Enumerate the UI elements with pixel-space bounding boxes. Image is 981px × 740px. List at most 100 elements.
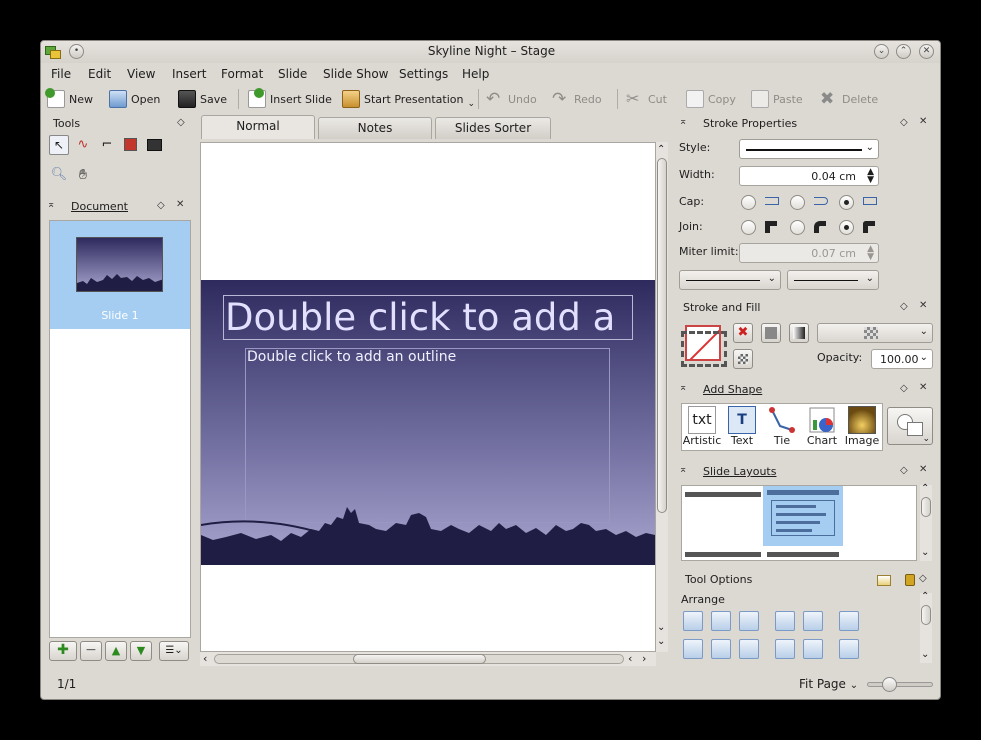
cap-square-radio[interactable] xyxy=(839,195,854,210)
layout-title-content[interactable] xyxy=(763,486,843,546)
gradient-fill-button[interactable] xyxy=(789,323,809,343)
animation-tool[interactable] xyxy=(145,135,165,155)
copy-button[interactable]: Copy xyxy=(686,88,736,110)
tab-notes[interactable]: Notes xyxy=(318,117,432,139)
vertical-scroll-thumb[interactable] xyxy=(657,158,667,513)
menu-insert[interactable]: Insert xyxy=(172,67,206,81)
slide-title-placeholder[interactable]: Double click to add a xyxy=(223,295,633,340)
width-spinbox[interactable]: 0.04 cm ▲ ▼ xyxy=(739,166,879,186)
shape-image[interactable]: Image xyxy=(842,404,882,448)
float-icon[interactable]: ◇ xyxy=(919,573,927,584)
raise-button[interactable] xyxy=(775,639,795,659)
scroll-down-icon[interactable]: ⌄ xyxy=(657,622,665,633)
zoom-slider[interactable] xyxy=(867,677,933,692)
tab-slides-sorter[interactable]: Slides Sorter xyxy=(435,117,551,139)
delete-button[interactable]: ✖ Delete xyxy=(820,88,878,110)
view-mode-button[interactable]: ☰⌄ xyxy=(159,641,189,661)
spin-icon[interactable]: ▲ ▼ xyxy=(867,168,874,185)
fill-pattern-select[interactable]: ⌄ xyxy=(817,323,933,343)
layout-scrollbar[interactable]: ⌃ ⌄ xyxy=(920,483,932,561)
slide-list[interactable]: Slide 1 xyxy=(49,220,191,638)
title-bar[interactable]: • Skyline Night – Stage ⌄ ⌃ ✕ xyxy=(41,41,940,63)
join-miter-radio[interactable] xyxy=(741,220,756,235)
scroll-up-icon[interactable]: ⌃ xyxy=(921,483,929,494)
collapse-icon[interactable]: ⌅ xyxy=(679,116,687,127)
undo-button[interactable]: ↶ Undo xyxy=(486,88,537,110)
pan-tool[interactable]: ✋︎ xyxy=(73,165,93,185)
align-left-button[interactable] xyxy=(683,611,703,631)
cap-flat-radio[interactable] xyxy=(741,195,756,210)
slide-thumbnail-item[interactable]: Slide 1 xyxy=(50,221,190,329)
shape-chart[interactable]: Chart xyxy=(802,404,842,448)
opacity-spinbox[interactable]: 100.00 ⌄ xyxy=(871,349,933,369)
scroll-up-icon[interactable]: ⌃ xyxy=(921,591,929,602)
close-button[interactable]: ✕ xyxy=(919,44,934,59)
new-button[interactable]: New xyxy=(45,88,93,110)
collapse-icon[interactable]: ⌅ xyxy=(47,199,55,210)
float-icon[interactable]: ◇ xyxy=(900,301,908,312)
scroll-down-icon[interactable]: ⌄ xyxy=(921,547,929,558)
menu-help[interactable]: Help xyxy=(462,67,489,81)
zoom-tool[interactable]: 🔍︎ xyxy=(49,165,69,185)
join-round-radio[interactable] xyxy=(790,220,805,235)
start-marker-select[interactable]: ⌄ xyxy=(679,270,781,290)
maximize-button[interactable]: ⌃ xyxy=(896,44,911,59)
shape-artistic[interactable]: txt Artistic xyxy=(682,404,722,448)
stroke-fill-swatch[interactable] xyxy=(681,321,727,367)
spin-icon[interactable]: ▲ ▼ xyxy=(867,245,874,262)
start-presentation-button[interactable]: Start Presentation ⌄ xyxy=(342,88,475,110)
add-slide-button[interactable]: ✚ xyxy=(49,641,77,661)
menu-format[interactable]: Format xyxy=(221,67,263,81)
float-icon[interactable]: ◇ xyxy=(177,117,185,128)
paste-button[interactable]: Paste xyxy=(751,88,803,110)
collapse-icon[interactable]: ⌅ xyxy=(679,382,687,393)
scroll-down-icon[interactable]: ⌄ xyxy=(657,636,665,647)
tool-options-scroll-thumb[interactable] xyxy=(921,605,931,625)
cap-round-radio[interactable] xyxy=(790,195,805,210)
save-button[interactable]: Save xyxy=(178,88,227,110)
horizontal-scroll-thumb[interactable] xyxy=(353,654,486,664)
float-icon[interactable]: ◇ xyxy=(900,117,908,128)
tool-options-scrollbar[interactable]: ⌃ ⌄ xyxy=(920,591,932,663)
send-to-back-button[interactable] xyxy=(803,611,823,631)
folder-icon[interactable] xyxy=(877,575,891,586)
pattern-fill-button[interactable] xyxy=(733,349,753,369)
scroll-up-icon[interactable]: ⌃ xyxy=(657,144,665,155)
align-center-button[interactable] xyxy=(711,611,731,631)
shape-tie[interactable]: Tie xyxy=(762,404,802,448)
scroll-left-icon[interactable]: ‹ xyxy=(203,652,207,665)
stroke-style-select[interactable]: ⌄ xyxy=(739,139,879,159)
close-icon[interactable]: ✕ xyxy=(919,116,927,127)
scroll-right-icon[interactable]: › xyxy=(642,652,646,665)
align-bottom-button[interactable] xyxy=(739,639,759,659)
canvas-area[interactable]: Double click to add a Double click to ad… xyxy=(200,142,656,652)
zoom-select[interactable]: Fit Page ⌄ xyxy=(799,677,858,691)
path-tool[interactable]: ∿ xyxy=(73,135,93,155)
shape-list[interactable]: txt Artistic T Text Tie Chart Image xyxy=(681,403,883,451)
menu-edit[interactable]: Edit xyxy=(88,67,111,81)
miter-limit-spinbox[interactable]: 0.07 cm ▲ ▼ xyxy=(739,243,879,263)
align-top-button[interactable] xyxy=(683,639,703,659)
close-icon[interactable]: ✕ xyxy=(919,300,927,311)
insert-slide-button[interactable]: Insert Slide xyxy=(248,88,332,110)
more-shapes-button[interactable]: ⌄ xyxy=(887,407,933,445)
close-icon[interactable]: ✕ xyxy=(176,199,184,210)
chevron-down-icon[interactable]: ⌄ xyxy=(467,99,475,109)
move-down-button[interactable]: ▼ xyxy=(130,641,152,661)
zoom-slider-handle[interactable] xyxy=(882,677,897,692)
chevron-down-icon[interactable]: ⌄ xyxy=(920,352,928,363)
menu-file[interactable]: File xyxy=(51,67,71,81)
layout-title-only[interactable] xyxy=(685,490,761,552)
close-icon[interactable]: ✕ xyxy=(919,464,927,475)
lock-icon[interactable] xyxy=(905,574,915,586)
end-marker-select[interactable]: ⌄ xyxy=(787,270,879,290)
tab-normal[interactable]: Normal xyxy=(201,115,315,139)
scroll-down-icon[interactable]: ⌄ xyxy=(921,649,929,660)
menu-slide[interactable]: Slide xyxy=(278,67,307,81)
cut-button[interactable]: ✂ Cut xyxy=(626,88,667,110)
layout-scroll-thumb[interactable] xyxy=(921,497,931,517)
remove-slide-button[interactable]: − xyxy=(80,641,102,661)
menu-slide-show[interactable]: Slide Show xyxy=(323,67,388,81)
canvas-vertical-scrollbar[interactable]: ⌃ ⌄ ⌄ xyxy=(656,142,668,652)
close-icon[interactable]: ✕ xyxy=(919,382,927,393)
